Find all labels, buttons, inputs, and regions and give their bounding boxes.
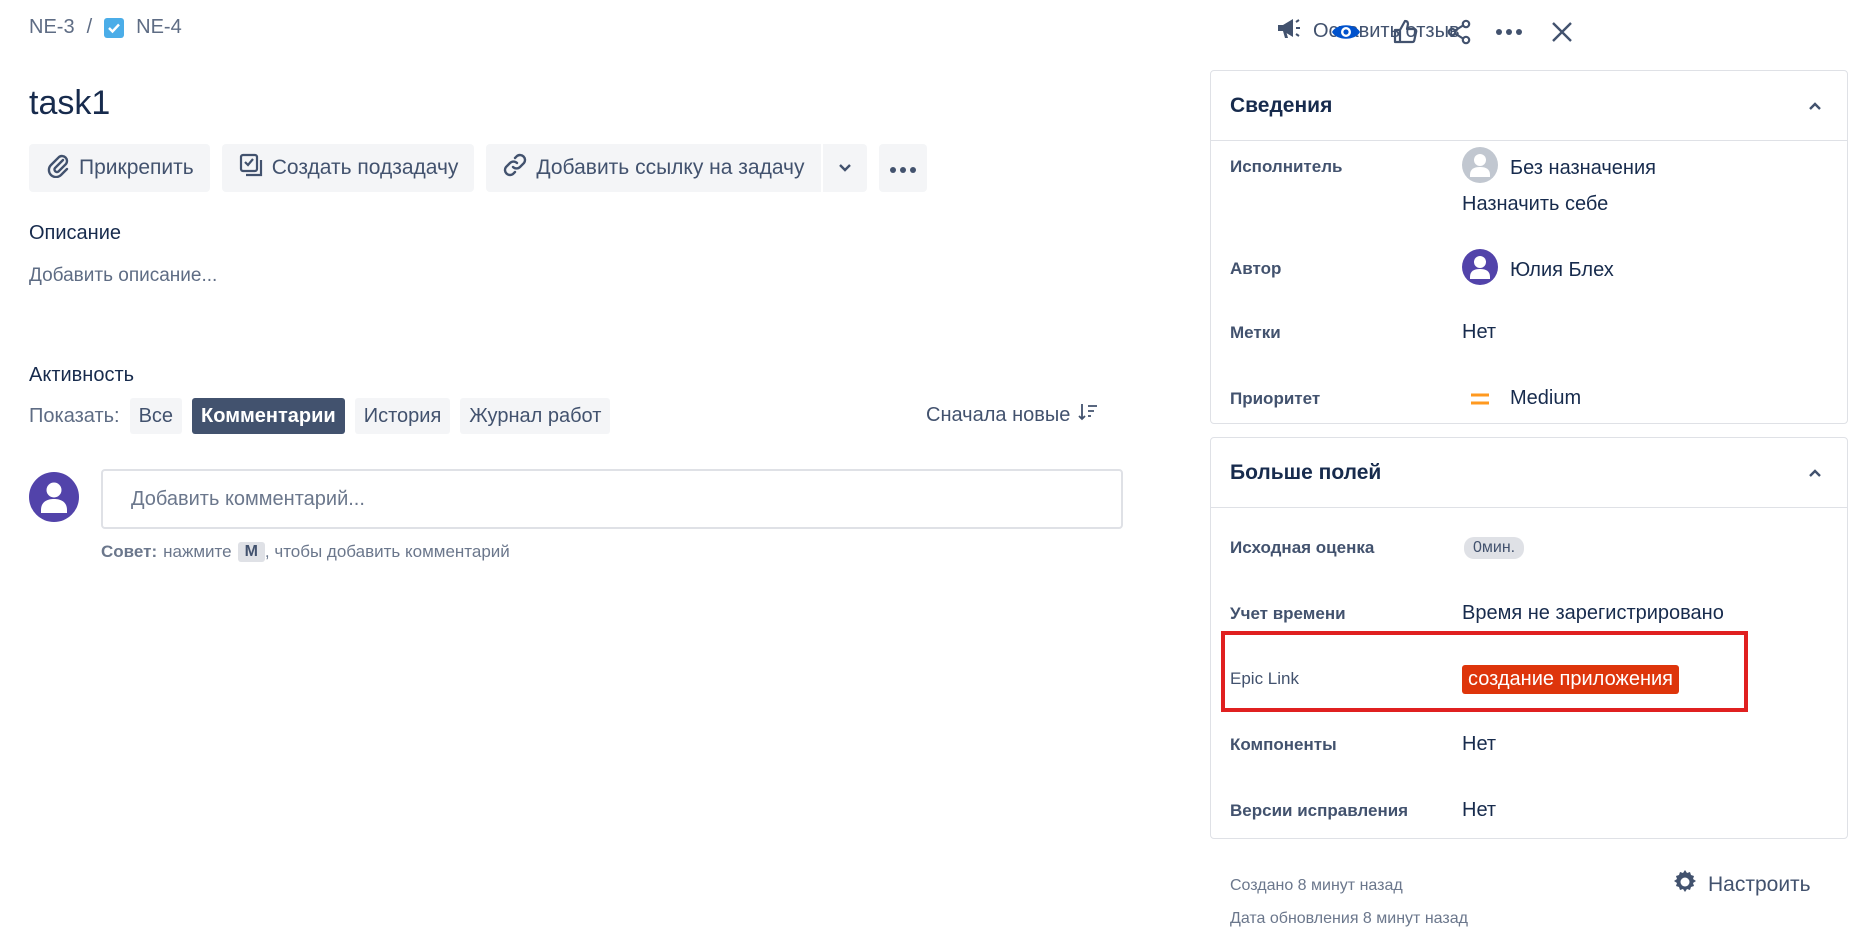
details-heading: Сведения — [1230, 93, 1333, 117]
reporter-name: Юлия Блех — [1510, 258, 1614, 281]
toolbar-more-button[interactable] — [878, 144, 927, 192]
estimate-badge: 0мин. — [1464, 537, 1525, 559]
issue-toolbar: Прикрепить Создать подзадачу Добавить сс… — [29, 144, 927, 192]
tip-bold: Совет: — [101, 542, 158, 561]
labels-label: Метки — [1230, 323, 1281, 342]
time-tracking-value[interactable]: Время не зарегистрировано — [1462, 602, 1724, 625]
description-heading: Описание — [29, 222, 122, 244]
breadcrumb: NE-3 / NE-4 — [29, 16, 182, 39]
comment-input[interactable]: Добавить комментарий... — [101, 469, 1123, 529]
filter-history[interactable]: История — [354, 398, 451, 434]
reporter-avatar-icon — [1462, 249, 1498, 291]
assignee-value[interactable]: Без назначения — [1462, 147, 1656, 189]
more-fields-heading: Больше полей — [1230, 460, 1382, 484]
fix-versions-label: Версии исправления — [1230, 801, 1409, 820]
watch-eye-icon[interactable] — [1330, 16, 1362, 48]
configure-button[interactable]: Настроить — [1672, 869, 1811, 901]
configure-label: Настроить — [1708, 873, 1811, 896]
description-placeholder[interactable]: Добавить описание... — [29, 265, 217, 287]
details-panel-header[interactable]: Сведения — [1211, 71, 1847, 141]
assignee-name: Без назначения — [1510, 156, 1656, 179]
breadcrumb-separator: / — [86, 16, 93, 38]
breadcrumb-current-link[interactable]: NE-4 — [136, 16, 182, 39]
breadcrumb-parent-link[interactable]: NE-3 — [29, 16, 75, 39]
reporter-value[interactable]: Юлия Блех — [1462, 249, 1614, 291]
sort-order-button[interactable]: Сначала новые — [926, 402, 1098, 428]
link-icon — [502, 152, 528, 184]
link-issue-dropdown-button[interactable] — [822, 144, 867, 192]
issue-title[interactable]: task1 — [29, 84, 110, 123]
comment-tip: Совет: нажмите M , чтобы добавить коммен… — [101, 542, 510, 562]
assign-self-link[interactable]: Назначить себе — [1462, 193, 1608, 216]
assignee-label: Исполнитель — [1230, 157, 1343, 176]
more-actions-icon[interactable] — [1493, 16, 1525, 48]
show-label: Показать: — [29, 404, 120, 427]
tip-post: , чтобы добавить комментарий — [264, 542, 510, 561]
tip-pre: нажмите — [163, 542, 232, 561]
components-label: Компоненты — [1230, 735, 1337, 754]
create-subtask-button[interactable]: Создать подзадачу — [221, 144, 475, 192]
like-thumb-icon[interactable] — [1389, 16, 1421, 48]
created-timestamp: Создано 8 минут назад — [1230, 877, 1403, 894]
comment-placeholder: Добавить комментарий... — [131, 487, 365, 510]
reporter-label: Автор — [1230, 259, 1282, 278]
priority-label: Приоритет — [1230, 389, 1321, 408]
filter-worklog[interactable]: Журнал работ — [460, 398, 611, 434]
details-panel: Сведения Исполнитель Без назначения Назн… — [1210, 70, 1848, 424]
issue-top-actions: Оставить отзыв — [1278, 12, 1850, 52]
tip-key: M — [237, 542, 265, 562]
megaphone-icon — [1275, 14, 1303, 48]
close-icon[interactable] — [1546, 16, 1578, 48]
filter-comments[interactable]: Комментарии — [192, 398, 345, 434]
attach-label: Прикрепить — [79, 156, 194, 179]
create-subtask-label: Создать подзадачу — [271, 156, 459, 179]
link-issue-button[interactable]: Добавить ссылку на задачу — [486, 144, 821, 192]
chevron-up-icon — [1807, 94, 1823, 118]
activity-filters: Показать: Все Комментарии История Журнал… — [29, 398, 611, 434]
estimate-label: Исходная оценка — [1230, 538, 1375, 557]
avatar — [29, 472, 79, 522]
priority-medium-icon — [1462, 392, 1498, 406]
attach-button[interactable]: Прикрепить — [29, 144, 210, 192]
unassigned-avatar-icon — [1462, 147, 1498, 189]
paperclip-icon — [45, 152, 71, 184]
task-type-icon — [104, 17, 125, 38]
feedback-button[interactable]: Оставить отзыв — [1275, 14, 1460, 48]
activity-heading: Активность — [29, 364, 135, 386]
subtask-icon — [238, 152, 264, 184]
more-fields-panel-header[interactable]: Больше полей — [1211, 438, 1847, 508]
link-issue-split: Добавить ссылку на задачу — [486, 144, 867, 192]
sort-label: Сначала новые — [926, 403, 1071, 426]
labels-value[interactable]: Нет — [1462, 321, 1496, 344]
updated-timestamp: Дата обновления 8 минут назад — [1230, 910, 1468, 927]
epic-link-highlight — [1221, 631, 1748, 712]
priority-value[interactable]: Medium — [1462, 387, 1581, 410]
sort-descending-icon — [1078, 402, 1098, 428]
time-tracking-label: Учет времени — [1230, 604, 1346, 623]
gear-icon — [1672, 869, 1698, 901]
fix-versions-value[interactable]: Нет — [1462, 799, 1496, 822]
components-value[interactable]: Нет — [1462, 733, 1496, 756]
chevron-up-icon — [1807, 461, 1823, 485]
priority-name: Medium — [1510, 387, 1582, 409]
chevron-down-icon — [837, 156, 853, 180]
share-icon[interactable] — [1443, 16, 1475, 48]
estimate-value[interactable]: 0мин. — [1464, 537, 1525, 559]
filter-all[interactable]: Все — [129, 398, 183, 434]
link-issue-label: Добавить ссылку на задачу — [536, 156, 805, 179]
more-icon — [889, 156, 917, 180]
